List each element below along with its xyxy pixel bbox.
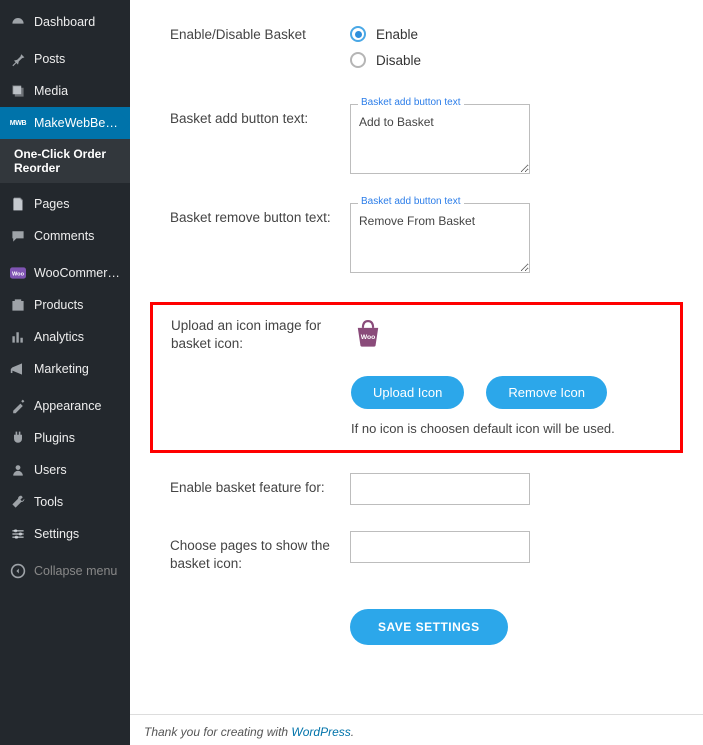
sidebar-item-media[interactable]: Media — [0, 75, 130, 107]
sidebar-label: Tools — [34, 495, 63, 509]
row-add-text: Basket add button text: Basket add butto… — [130, 104, 703, 177]
sidebar-label: WooCommerce — [34, 266, 120, 280]
marketing-icon — [10, 361, 26, 377]
input-choose-pages[interactable] — [350, 531, 530, 563]
radio-icon — [350, 26, 366, 42]
sidebar-label: Pages — [34, 197, 69, 211]
label-upload: Upload an icon image for basket icon: — [171, 317, 351, 436]
footer-text: Thank you for creating with — [144, 725, 291, 739]
textarea-remove[interactable] — [350, 203, 530, 273]
radio-enable[interactable]: Enable — [350, 26, 683, 42]
footer-link[interactable]: WordPress — [291, 725, 350, 739]
sidebar-item-plugins[interactable]: Plugins — [0, 422, 130, 454]
row-save: SAVE SETTINGS — [130, 599, 703, 665]
footer-suffix: . — [351, 725, 354, 739]
sidebar-label: Collapse menu — [34, 564, 117, 578]
footer: Thank you for creating with WordPress. — [130, 714, 703, 745]
sidebar-label: Settings — [34, 527, 79, 541]
radio-disable[interactable]: Disable — [350, 52, 683, 68]
sidebar-item-makewebbetter[interactable]: MWB MakeWebBetter — [0, 107, 130, 139]
upload-hint: If no icon is choosen default icon will … — [351, 421, 615, 436]
radio-label: Disable — [376, 53, 421, 68]
label-enable-for: Enable basket feature for: — [170, 473, 350, 497]
woo-icon: Woo — [10, 265, 26, 281]
sidebar-label: Marketing — [34, 362, 89, 376]
svg-text:Woo: Woo — [361, 334, 376, 341]
users-icon — [10, 462, 26, 478]
label-choose-pages: Choose pages to show the basket icon: — [170, 531, 350, 573]
svg-text:Woo: Woo — [12, 271, 25, 277]
sidebar-label: Products — [34, 298, 83, 312]
mwb-icon: MWB — [10, 115, 26, 131]
highlight-upload-icon: Upload an icon image for basket icon: Wo… — [150, 302, 683, 453]
analytics-icon — [10, 329, 26, 345]
sidebar-label: Analytics — [34, 330, 84, 344]
sidebar-item-marketing[interactable]: Marketing — [0, 353, 130, 385]
sidebar-item-products[interactable]: Products — [0, 289, 130, 321]
collapse-icon — [10, 563, 26, 579]
legend-remove: Basket add button text — [358, 196, 464, 207]
pin-icon — [10, 51, 26, 67]
sidebar-item-pages[interactable]: Pages — [0, 188, 130, 220]
basket-icon-preview: Woo — [351, 317, 385, 349]
sidebar-item-tools[interactable]: Tools — [0, 486, 130, 518]
tools-icon — [10, 494, 26, 510]
appearance-icon — [10, 398, 26, 414]
sidebar-item-posts[interactable]: Posts — [0, 43, 130, 75]
legend-add: Basket add button text — [358, 97, 464, 108]
settings-form: Enable/Disable Basket Enable Disable Bas… — [130, 0, 703, 665]
sidebar: Dashboard Posts Media MWB MakeWebBetter … — [0, 0, 130, 745]
textarea-add[interactable] — [350, 104, 530, 174]
sidebar-label: MakeWebBetter — [34, 116, 120, 130]
app: Dashboard Posts Media MWB MakeWebBetter … — [0, 0, 703, 745]
upload-icon-button[interactable]: Upload Icon — [351, 376, 464, 409]
radio-label: Enable — [376, 27, 418, 42]
sidebar-item-users[interactable]: Users — [0, 454, 130, 486]
sidebar-label: Media — [34, 84, 68, 98]
sidebar-label: Comments — [34, 229, 94, 243]
media-icon — [10, 83, 26, 99]
row-enable-for: Enable basket feature for: — [130, 473, 703, 505]
sidebar-label: Posts — [34, 52, 65, 66]
remove-icon-button[interactable]: Remove Icon — [486, 376, 607, 409]
main: Enable/Disable Basket Enable Disable Bas… — [130, 0, 703, 745]
label-add-text: Basket add button text: — [170, 104, 350, 128]
sidebar-item-collapse[interactable]: Collapse menu — [0, 555, 130, 587]
sidebar-item-analytics[interactable]: Analytics — [0, 321, 130, 353]
sidebar-label: Appearance — [34, 399, 101, 413]
input-enable-for[interactable] — [350, 473, 530, 505]
plugins-icon — [10, 430, 26, 446]
row-enable: Enable/Disable Basket Enable Disable — [130, 20, 703, 78]
sidebar-label: Plugins — [34, 431, 75, 445]
sidebar-item-dashboard[interactable]: Dashboard — [0, 6, 130, 38]
sidebar-item-settings[interactable]: Settings — [0, 518, 130, 550]
settings-icon — [10, 526, 26, 542]
sidebar-label: Dashboard — [34, 15, 95, 29]
label-remove-text: Basket remove button text: — [170, 203, 350, 227]
radio-icon — [350, 52, 366, 68]
label-enable: Enable/Disable Basket — [170, 20, 350, 44]
sidebar-item-appearance[interactable]: Appearance — [0, 390, 130, 422]
comments-icon — [10, 228, 26, 244]
row-choose-pages: Choose pages to show the basket icon: — [130, 531, 703, 573]
dashboard-icon — [10, 14, 26, 30]
sidebar-sub-label: One-Click Order Reorder — [14, 147, 106, 175]
save-settings-button[interactable]: SAVE SETTINGS — [350, 609, 508, 645]
sidebar-item-woocommerce[interactable]: Woo WooCommerce — [0, 257, 130, 289]
sidebar-item-comments[interactable]: Comments — [0, 220, 130, 252]
row-remove-text: Basket remove button text: Basket add bu… — [130, 203, 703, 276]
products-icon — [10, 297, 26, 313]
sidebar-sub-oneclick[interactable]: One-Click Order Reorder — [0, 139, 130, 183]
pages-icon — [10, 196, 26, 212]
sidebar-label: Users — [34, 463, 67, 477]
